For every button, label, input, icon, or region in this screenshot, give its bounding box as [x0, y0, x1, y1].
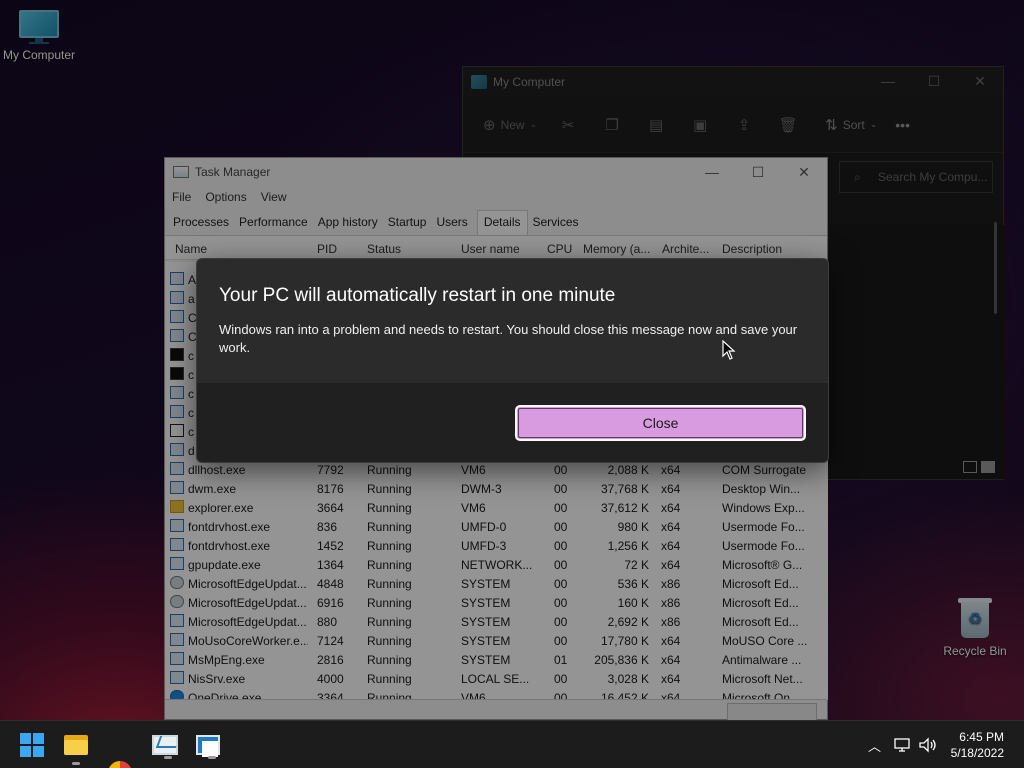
network-icon-glyph [894, 738, 910, 752]
app-icon[interactable] [196, 735, 220, 759]
dialog-title: Your PC will automatically restart in on… [219, 285, 616, 306]
clock-time: 6:45 PM [959, 730, 1004, 744]
chrome-icon[interactable] [108, 761, 132, 768]
show-hidden-icons-button[interactable]: ︿ [868, 721, 881, 768]
mouse-cursor-icon [722, 340, 736, 360]
file-explorer-icon[interactable] [62, 731, 90, 765]
network-icon[interactable] [894, 721, 912, 768]
dialog-footer: Close [197, 383, 828, 462]
taskbar: ︿ 6:45 PM 5/18/2022 [0, 720, 1024, 768]
task-manager-icon[interactable] [152, 735, 178, 759]
clock[interactable]: 6:45 PM 5/18/2022 [951, 729, 1004, 761]
chevron-up-icon: ︿ [868, 738, 882, 754]
close-button[interactable]: Close [515, 405, 806, 441]
volume-icon[interactable] [918, 721, 938, 768]
clock-date: 5/18/2022 [950, 746, 1004, 760]
restart-dialog: Your PC will automatically restart in on… [196, 258, 829, 463]
speaker-icon [919, 737, 936, 753]
start-icon[interactable] [18, 731, 46, 759]
